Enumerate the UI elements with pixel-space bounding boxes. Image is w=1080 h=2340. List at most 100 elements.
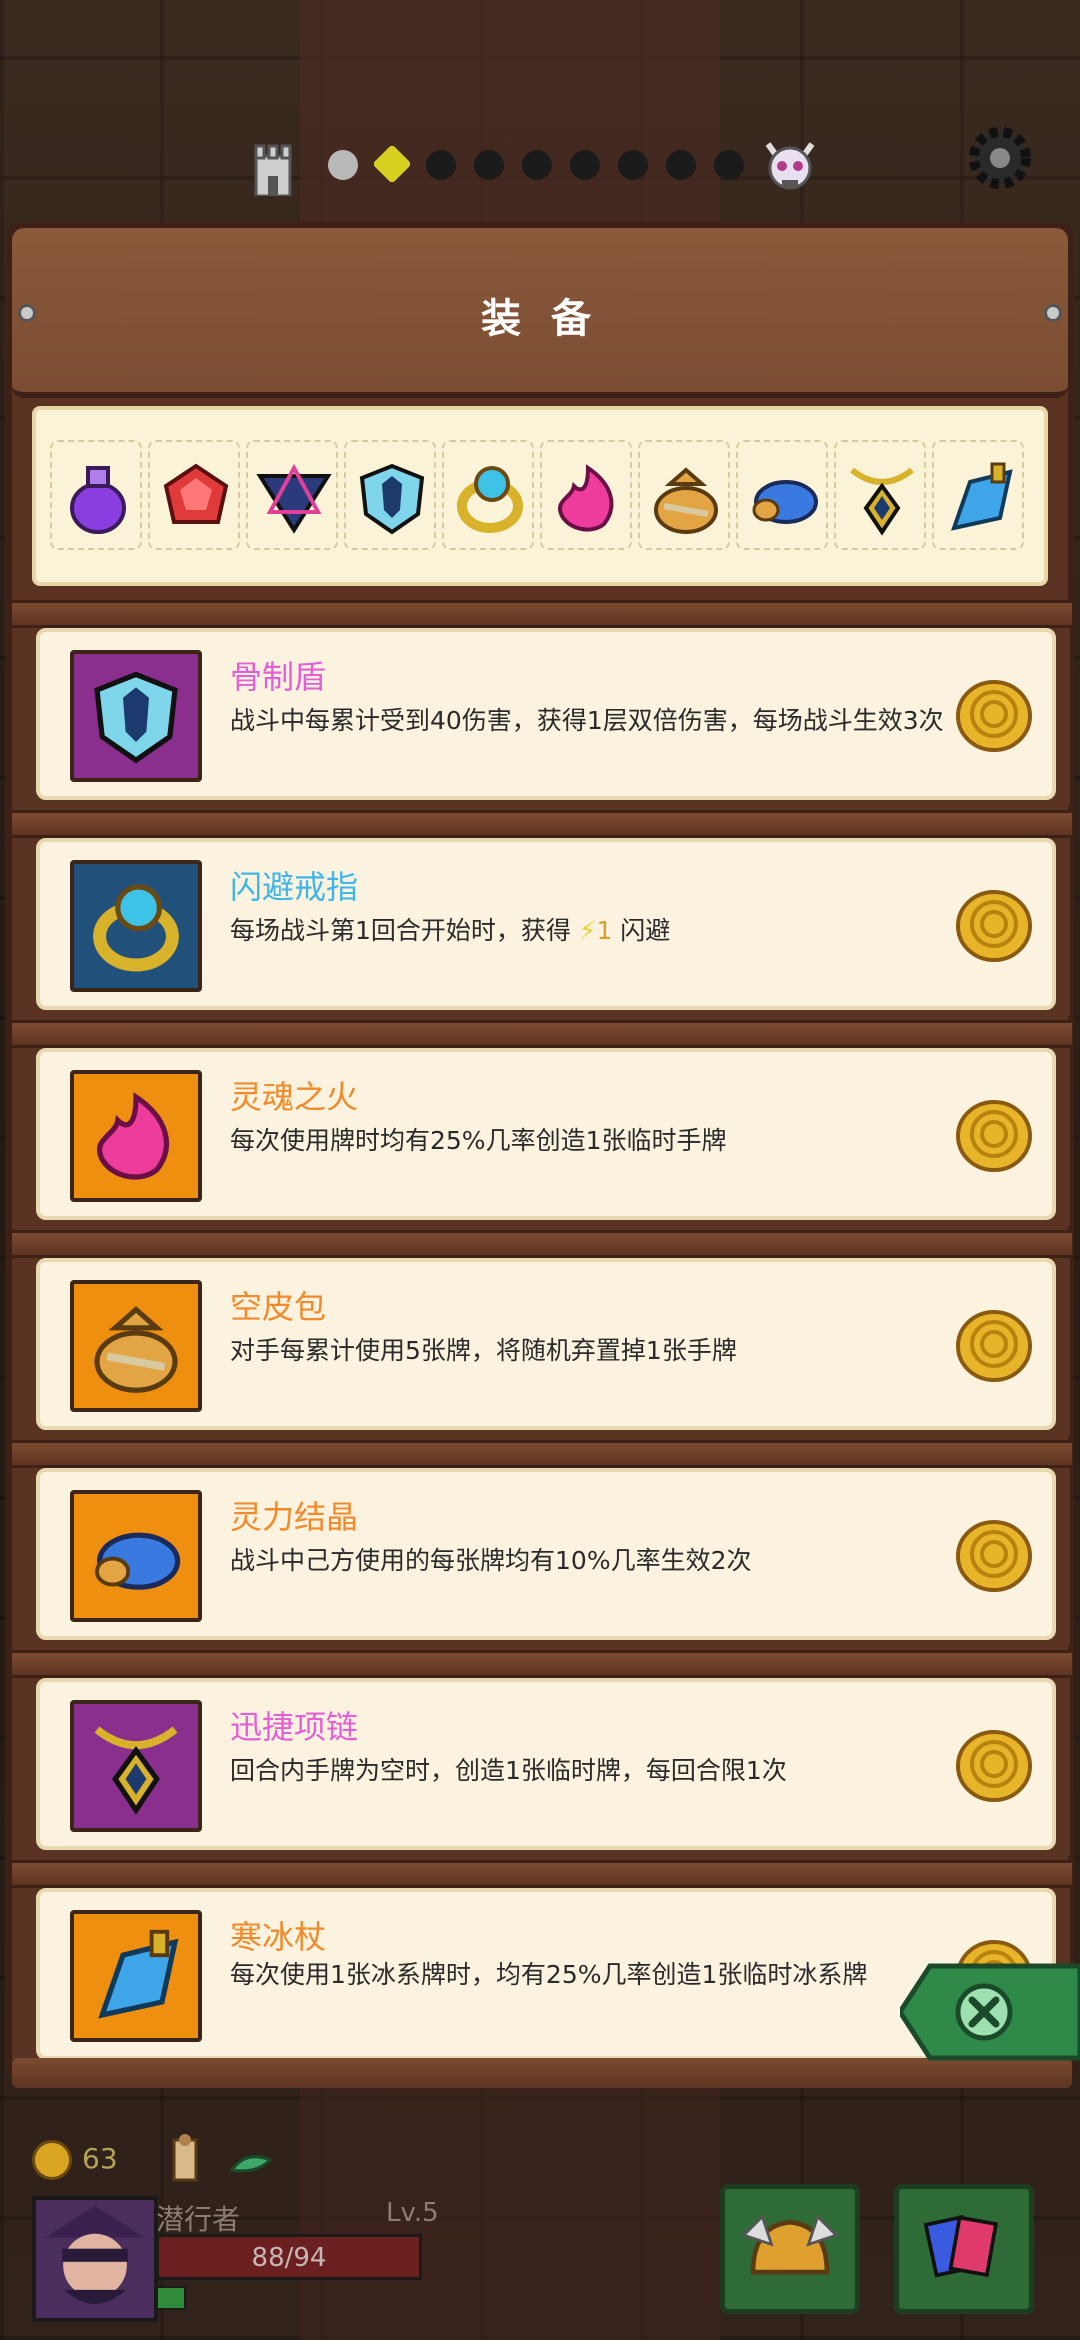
item-name: 迅捷项链: [230, 1708, 359, 1746]
energy-bar: [156, 2286, 186, 2310]
item-frame: [70, 1910, 202, 2042]
coin-sell-icon[interactable]: [954, 674, 1034, 754]
map-progress: [250, 130, 815, 200]
character-name: 潜行者: [156, 2203, 241, 2236]
plank-separator: [12, 1020, 1072, 1048]
soul-fire-icon: [558, 464, 614, 532]
lizard-relic-icon[interactable]: [226, 2130, 276, 2190]
leather-bag-icon: [654, 467, 718, 534]
equipment-panel: 装 备 骨制盾 战斗中每累计受到40伤害，获得1层双倍伤害，每场战斗生效3次 闪…: [6, 222, 1074, 2088]
deck-button[interactable]: [894, 2184, 1034, 2314]
item-name: 骨制盾: [230, 658, 327, 696]
map-node-7[interactable]: [618, 150, 648, 180]
necklace-icon: [850, 467, 914, 536]
map-node-9[interactable]: [714, 150, 744, 180]
rogue-portrait-icon: [45, 2205, 145, 2304]
scroll-relic-icon[interactable]: [160, 2130, 210, 2190]
item-description: 回合内手牌为空时，创造1张临时牌，每回合限1次: [230, 1756, 787, 1785]
item-card-bone-shield[interactable]: 骨制盾 战斗中每累计受到40伤害，获得1层双倍伤害，每场战斗生效3次: [30, 628, 1070, 806]
item-frame: [70, 1490, 202, 1622]
rune-icon: [256, 463, 332, 534]
hp-text: 88/94: [251, 2243, 327, 2273]
crystal-icon: [752, 480, 818, 524]
item-name: 灵魂之火: [230, 1078, 359, 1116]
helmet-icon: [741, 2214, 839, 2275]
item-description-value: 1: [596, 916, 613, 945]
strip-slot-potion[interactable]: [50, 440, 142, 550]
ring-icon: [93, 884, 179, 972]
map-node-4[interactable]: [474, 150, 504, 180]
strip-slot-soul-fire[interactable]: [540, 440, 632, 550]
coin-sell-icon[interactable]: [954, 1304, 1034, 1384]
coin-sell-icon[interactable]: [954, 1514, 1034, 1594]
item-description: 每场战斗第1回合开始时，获得 ⚡1 闪避: [230, 914, 950, 948]
strip-slot-bone-shield[interactable]: [344, 440, 436, 550]
lightning-icon: ⚡: [578, 916, 597, 945]
strip-slot-ice-staff[interactable]: [932, 440, 1024, 550]
plank-separator: [12, 600, 1072, 628]
item-name: 寒冰杖: [230, 1918, 327, 1956]
potion-icon: [70, 466, 126, 534]
cards-icon: [923, 2214, 999, 2278]
bone-shield-icon: [94, 671, 178, 764]
item-description-suffix: 闪避: [620, 916, 671, 945]
item-description-prefix: 每场战斗第1回合开始时，获得: [230, 916, 571, 945]
coin-sell-icon[interactable]: [954, 1724, 1034, 1804]
panel-header: 装 备: [12, 228, 1068, 398]
item-card-evasion-ring[interactable]: 闪避戒指 每场战斗第1回合开始时，获得 ⚡1 闪避: [30, 838, 1070, 1016]
map-node-3[interactable]: [426, 150, 456, 180]
character-avatar[interactable]: [32, 2196, 158, 2322]
item-description: 每次使用1张冰系牌时，均有25%几率创造1张临时冰系牌: [230, 1960, 868, 1989]
map-node-5[interactable]: [522, 150, 552, 180]
item-frame: [70, 1700, 202, 1832]
plank-separator: [12, 810, 1072, 838]
item-frame: [70, 860, 202, 992]
leather-bag-icon: [94, 1306, 178, 1393]
item-frame: [70, 1070, 202, 1202]
plank-separator: [12, 1230, 1072, 1258]
soul-fire-icon: [97, 1092, 169, 1180]
panel-title: 装 备: [481, 296, 599, 342]
plank-separator: [12, 1650, 1072, 1678]
ruby-icon: [163, 463, 229, 524]
character-level: Lv.5: [386, 2198, 439, 2228]
boss-skull-icon[interactable]: [760, 130, 820, 200]
player-hud: 63 潜行者 Lv.5 88/94: [0, 2120, 1080, 2340]
castle-icon: [254, 144, 292, 196]
strip-slot-necklace[interactable]: [834, 440, 926, 550]
ring-icon: [457, 466, 523, 533]
item-name: 闪避戒指: [230, 868, 359, 906]
ice-staff-icon: [98, 1929, 179, 2019]
coin-sell-icon[interactable]: [954, 884, 1034, 964]
item-card-leather-bag[interactable]: 空皮包 对手每累计使用5张牌，将随机弃置掉1张手牌: [30, 1258, 1070, 1436]
item-description: 战斗中己方使用的每张牌均有10%几率生效2次: [230, 1546, 752, 1575]
item-description: 对手每累计使用5张牌，将随机弃置掉1张手牌: [230, 1336, 737, 1365]
item-name: 空皮包: [230, 1288, 327, 1326]
settings-gear-icon[interactable]: [960, 118, 1040, 198]
item-description: 战斗中每累计受到40伤害，获得1层双倍伤害，每场战斗生效3次: [230, 706, 944, 735]
map-node-8[interactable]: [666, 150, 696, 180]
map-node-1[interactable]: [328, 150, 358, 180]
gold-amount: 63: [82, 2142, 118, 2175]
equipment-icon-strip: [32, 406, 1048, 586]
strip-slot-rune[interactable]: [246, 440, 338, 550]
strip-slot-crystal[interactable]: [736, 440, 828, 550]
item-card-spirit-crystal[interactable]: 灵力结晶 战斗中己方使用的每张牌均有10%几率生效2次: [30, 1468, 1070, 1646]
map-node-current[interactable]: [372, 144, 412, 184]
plank-separator: [12, 1860, 1072, 1888]
bone-shield-icon: [359, 463, 425, 535]
strip-slot-ruby[interactable]: [148, 440, 240, 550]
strip-slot-ring[interactable]: [442, 440, 534, 550]
strip-slot-leather-bag[interactable]: [638, 440, 730, 550]
equipment-button[interactable]: [720, 2184, 860, 2314]
item-frame: [70, 1280, 202, 1412]
item-card-soul-fire[interactable]: 灵魂之火 每次使用牌时均有25%几率创造1张临时手牌: [30, 1048, 1070, 1226]
coin-sell-icon[interactable]: [954, 1094, 1034, 1174]
close-button[interactable]: [900, 1962, 1080, 2062]
map-node-6[interactable]: [570, 150, 600, 180]
item-description: 每次使用牌时均有25%几率创造1张临时手牌: [230, 1126, 727, 1155]
gold-coin-icon: [32, 2140, 72, 2180]
ice-staff-icon: [950, 462, 1013, 531]
item-name: 灵力结晶: [230, 1498, 359, 1536]
item-card-swift-necklace[interactable]: 迅捷项链 回合内手牌为空时，创造1张临时牌，每回合限1次: [30, 1678, 1070, 1856]
